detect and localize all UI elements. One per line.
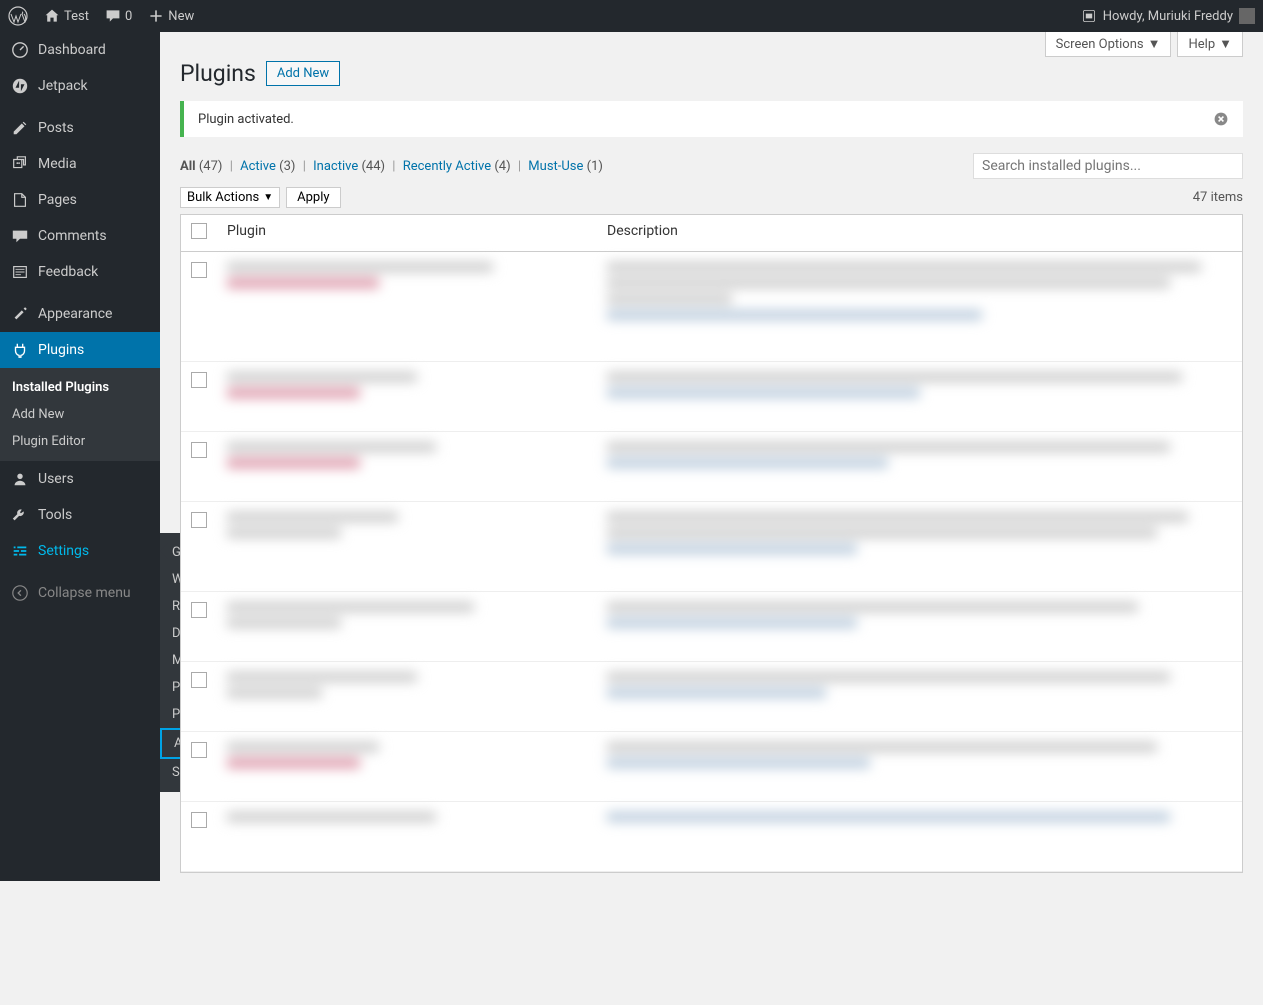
filter-active[interactable]: Active [240,159,276,174]
menu-pages[interactable]: Pages [0,182,160,218]
pages-icon [10,190,30,210]
table-row [181,592,1242,662]
row-checkbox[interactable] [191,372,207,388]
search-input[interactable] [973,153,1243,179]
item-count: 47 items [1193,190,1243,205]
menu-media[interactable]: Media [0,146,160,182]
table-row [181,362,1242,432]
menu-feedback[interactable]: Feedback [0,254,160,290]
comment-icon [105,8,121,24]
admin-toolbar: Test 0 New Howdy, Muriuki Freddy [0,0,1263,32]
menu-settings[interactable]: Settings General Writing Reading Discuss… [0,533,160,569]
row-checkbox[interactable] [191,262,207,278]
menu-dashboard[interactable]: Dashboard [0,32,160,68]
notice-success: Plugin activated. [180,101,1243,137]
plugins-icon [10,340,30,360]
filter-links: All (47) | Active (3) | Inactive (44) | … [180,159,603,174]
menu-tools[interactable]: Tools [0,497,160,533]
menu-appearance[interactable]: Appearance [0,296,160,332]
apply-button[interactable]: Apply [286,187,340,208]
menu-plugins[interactable]: Plugins [0,332,160,368]
menu-users[interactable]: Users [0,461,160,497]
dashboard-icon [10,40,30,60]
filter-must-use[interactable]: Must-Use [528,159,583,174]
appearance-icon [10,304,30,324]
site-name: Test [64,9,89,24]
feedback-icon [10,262,30,282]
table-row [181,802,1242,872]
row-checkbox[interactable] [191,672,207,688]
comments-link[interactable]: 0 [97,0,140,32]
chevron-down-icon: ▼ [1148,36,1161,52]
column-description[interactable]: Description [607,223,1232,243]
column-plugin[interactable]: Plugin [227,223,607,243]
comments-icon [10,226,30,246]
howdy-text[interactable]: Howdy, Muriuki Freddy [1103,9,1233,24]
users-icon [10,469,30,489]
select-all-checkbox[interactable] [191,223,207,239]
add-new-button[interactable]: Add New [266,61,340,86]
menu-comments[interactable]: Comments [0,218,160,254]
row-checkbox[interactable] [191,742,207,758]
site-name-link[interactable]: Test [36,0,97,32]
menu-jetpack[interactable]: Jetpack [0,68,160,104]
table-row [181,502,1242,592]
menu-collapse[interactable]: Collapse menu [0,575,160,611]
toolbar-notification-icon[interactable] [1081,8,1097,24]
collapse-icon [10,583,30,603]
comments-count: 0 [125,9,132,24]
page-title: Plugins [180,60,256,87]
plus-icon [148,8,164,24]
tools-icon [10,505,30,525]
notice-text: Plugin activated. [198,112,294,127]
help-tab[interactable]: Help ▼ [1177,32,1243,57]
plugins-table: Plugin Description [180,214,1243,873]
plugins-submenu: Installed Plugins Add New Plugin Editor [0,368,160,461]
avatar[interactable] [1239,8,1255,24]
wp-logo[interactable] [0,0,36,32]
new-content-link[interactable]: New [140,0,202,32]
main-content: Screen Options ▼ Help ▼ Plugins Add New … [160,32,1263,881]
chevron-down-icon: ▼ [263,192,273,203]
media-icon [10,154,30,174]
table-row [181,432,1242,502]
chevron-down-icon: ▼ [1219,36,1232,52]
table-row [181,252,1242,362]
submenu-add-new[interactable]: Add New [0,401,160,428]
dismiss-icon[interactable] [1213,111,1229,127]
home-icon [44,8,60,24]
row-checkbox[interactable] [191,442,207,458]
filter-inactive[interactable]: Inactive [313,159,358,174]
submenu-plugin-editor[interactable]: Plugin Editor [0,428,160,455]
jetpack-icon [10,76,30,96]
submenu-installed-plugins[interactable]: Installed Plugins [0,374,160,401]
row-checkbox[interactable] [191,512,207,528]
row-checkbox[interactable] [191,812,207,828]
table-row [181,662,1242,732]
table-row [181,732,1242,802]
screen-options-tab[interactable]: Screen Options ▼ [1045,32,1172,57]
menu-posts[interactable]: Posts [0,110,160,146]
settings-icon [10,541,30,561]
new-label: New [168,9,194,24]
bulk-actions-select[interactable]: Bulk Actions ▼ [180,187,280,208]
filter-all[interactable]: All [180,159,196,174]
posts-icon [10,118,30,138]
row-checkbox[interactable] [191,602,207,618]
filter-recently-active[interactable]: Recently Active [403,159,491,174]
admin-sidebar: Dashboard Jetpack Posts Media Pages Comm… [0,32,160,881]
